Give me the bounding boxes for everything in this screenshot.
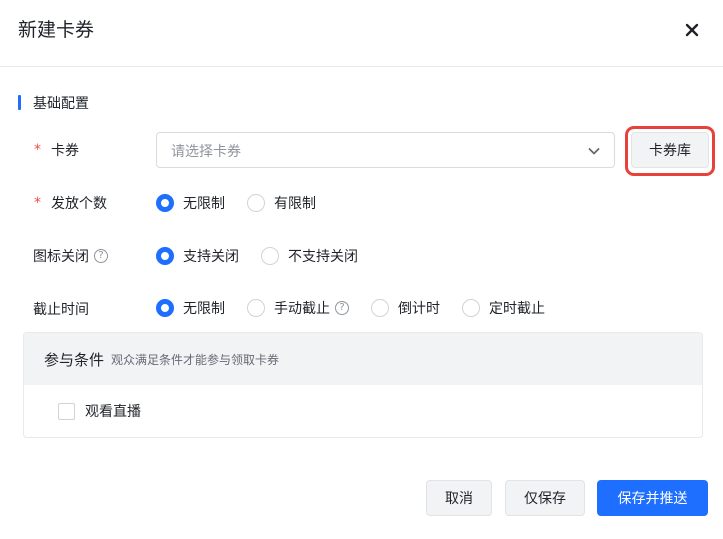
radio-label: 无限制 — [183, 196, 225, 212]
dialog-header: 新建卡券 — [0, 0, 723, 67]
checkbox-box — [58, 402, 75, 420]
help-icon[interactable]: ? — [335, 301, 349, 315]
checkbox-label: 观看直播 — [85, 404, 141, 420]
radio-dot — [156, 194, 174, 212]
chevron-down-icon — [586, 143, 602, 159]
section-accent-bar — [18, 95, 21, 110]
radio-quantity-limited[interactable]: 有限制 — [247, 193, 316, 213]
icon-close-label-text: 图标关闭 — [33, 249, 89, 265]
quantity-radio-group: 无限制 有限制 — [156, 193, 338, 213]
coupon-label: * 卡券 — [34, 140, 79, 160]
coupon-label-text: 卡券 — [51, 143, 79, 159]
conditions-body: 观看直播 — [24, 385, 702, 437]
radio-dot — [247, 299, 265, 317]
radio-deadline-countdown[interactable]: 倒计时 — [371, 298, 440, 318]
quantity-label-text: 发放个数 — [51, 196, 107, 212]
section-basic-config: 基础配置 — [18, 94, 89, 112]
deadline-label-text: 截止时间 — [33, 302, 89, 318]
conditions-panel: 参与条件 观众满足条件才能参与领取卡券 观看直播 — [23, 332, 703, 438]
coupon-select[interactable]: 请选择卡券 — [156, 132, 615, 168]
watch-live-checkbox[interactable]: 观看直播 — [58, 401, 141, 421]
radio-label: 支持关闭 — [183, 249, 239, 265]
radio-dot — [371, 299, 389, 317]
required-mark: * — [34, 195, 41, 211]
icon-close-label: 图标关闭 ? — [33, 246, 108, 266]
radio-label-text: 手动截止 — [274, 301, 330, 317]
deadline-label: 截止时间 — [33, 299, 89, 319]
coupon-select-placeholder: 请选择卡券 — [171, 144, 241, 160]
icon-close-radio-group: 支持关闭 不支持关闭 — [156, 246, 380, 266]
close-icon[interactable] — [680, 18, 704, 42]
dialog-title: 新建卡券 — [18, 19, 95, 41]
radio-dot — [247, 194, 265, 212]
radio-dot — [462, 299, 480, 317]
radio-icon-close-support[interactable]: 支持关闭 — [156, 246, 239, 266]
radio-dot — [261, 247, 279, 265]
radio-dot — [156, 247, 174, 265]
radio-icon-close-nosupport[interactable]: 不支持关闭 — [261, 246, 358, 266]
deadline-radio-group: 无限制 手动截止 ? 倒计时 定时截止 — [156, 298, 567, 318]
radio-quantity-unlimited[interactable]: 无限制 — [156, 193, 225, 213]
radio-label: 定时截止 — [489, 301, 545, 317]
required-mark: * — [34, 142, 41, 158]
radio-deadline-unlimited[interactable]: 无限制 — [156, 298, 225, 318]
conditions-subtitle: 观众满足条件才能参与领取卡券 — [111, 352, 280, 367]
coupon-library-button[interactable]: 卡券库 — [631, 132, 709, 168]
help-icon[interactable]: ? — [94, 249, 108, 263]
cancel-button[interactable]: 取消 — [426, 480, 492, 516]
radio-deadline-scheduled[interactable]: 定时截止 — [462, 298, 545, 318]
section-title: 基础配置 — [33, 95, 89, 112]
quantity-label: * 发放个数 — [34, 193, 107, 213]
save-only-button[interactable]: 仅保存 — [505, 480, 585, 516]
conditions-header: 参与条件 观众满足条件才能参与领取卡券 — [24, 333, 702, 385]
radio-label: 手动截止 ? — [274, 298, 349, 318]
save-and-push-button[interactable]: 保存并推送 — [597, 480, 708, 516]
radio-deadline-manual[interactable]: 手动截止 ? — [247, 298, 349, 318]
radio-label: 倒计时 — [398, 301, 440, 317]
radio-label: 不支持关闭 — [288, 249, 358, 265]
radio-label: 无限制 — [183, 301, 225, 317]
radio-label: 有限制 — [274, 196, 316, 212]
conditions-title: 参与条件 — [44, 350, 105, 369]
radio-dot — [156, 299, 174, 317]
